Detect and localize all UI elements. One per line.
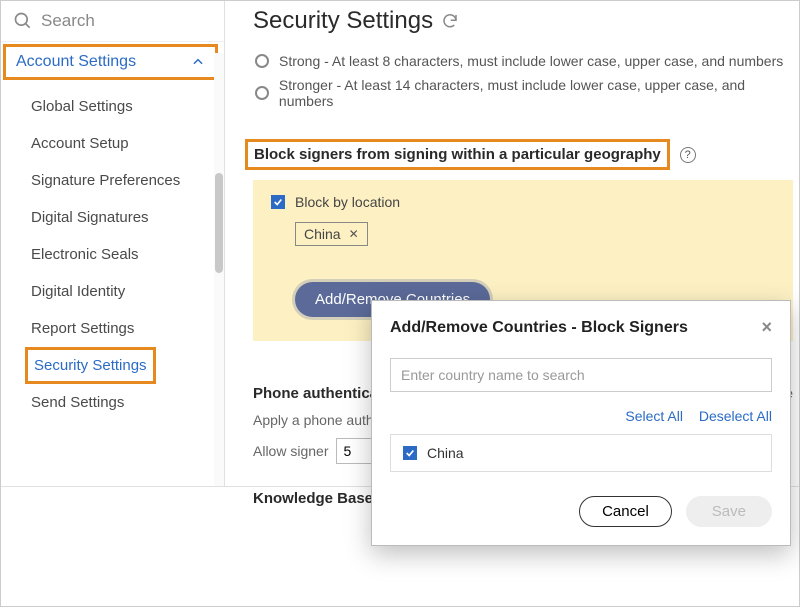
block-by-location-label: Block by location — [295, 194, 400, 210]
country-search-input[interactable] — [390, 358, 772, 392]
sidebar-item-electronic-seals[interactable]: Electronic Seals — [31, 236, 224, 273]
country-chip-label: China — [304, 226, 341, 242]
help-icon[interactable]: ? — [680, 147, 696, 163]
chevron-up-icon — [191, 55, 205, 69]
cancel-button[interactable]: Cancel — [579, 496, 672, 527]
block-signers-section-title: Block signers from signing within a part… — [245, 139, 670, 170]
checkbox-checked-icon — [271, 195, 285, 209]
password-option-stronger-label: Stronger - At least 14 characters, must … — [279, 77, 799, 109]
sidebar-item-digital-identity[interactable]: Digital Identity — [31, 273, 224, 310]
add-remove-countries-dialog: Add/Remove Countries - Block Signers × S… — [371, 300, 791, 546]
checkbox-checked-icon — [403, 446, 417, 460]
dialog-title: Add/Remove Countries - Block Signers — [390, 319, 688, 337]
sidebar: Search Account Settings Global Settings … — [1, 1, 225, 487]
search-input-wrap[interactable]: Search — [1, 1, 224, 42]
search-placeholder: Search — [41, 11, 95, 31]
kba-section-title: Knowledge Based — [253, 490, 382, 507]
page-title: Security Settings — [253, 7, 799, 35]
sidebar-item-signature-preferences[interactable]: Signature Preferences — [31, 162, 224, 199]
sidebar-section-label: Account Settings — [16, 53, 136, 71]
search-icon — [13, 11, 33, 31]
radio-icon — [255, 86, 269, 100]
select-links: Select All Deselect All — [390, 408, 772, 424]
country-item-china[interactable]: China — [403, 445, 759, 461]
block-by-location-checkbox-row[interactable]: Block by location — [271, 194, 775, 210]
sidebar-item-report-settings[interactable]: Report Settings — [31, 310, 224, 347]
sidebar-item-send-settings[interactable]: Send Settings — [31, 384, 224, 421]
close-icon[interactable]: × — [761, 317, 772, 338]
password-option-stronger[interactable]: Stronger - At least 14 characters, must … — [255, 73, 799, 113]
deselect-all-link[interactable]: Deselect All — [699, 408, 772, 424]
sidebar-scrollbar-thumb[interactable] — [215, 173, 223, 273]
password-option-strong[interactable]: Strong - At least 8 characters, must inc… — [255, 49, 799, 73]
sidebar-item-security-settings[interactable]: Security Settings — [25, 347, 156, 384]
sidebar-scrollbar[interactable] — [214, 53, 224, 486]
refresh-icon[interactable] — [441, 12, 459, 30]
phone-auth-apply-text: Apply a phone auth — [253, 412, 374, 428]
sidebar-item-account-setup[interactable]: Account Setup — [31, 125, 224, 162]
close-icon[interactable]: ✕ — [349, 227, 359, 241]
sidebar-section-account-settings[interactable]: Account Settings — [3, 44, 218, 80]
sidebar-item-digital-signatures[interactable]: Digital Signatures — [31, 199, 224, 236]
password-option-strong-label: Strong - At least 8 characters, must inc… — [279, 53, 783, 69]
country-list: China — [390, 434, 772, 472]
sidebar-item-global-settings[interactable]: Global Settings — [31, 88, 224, 125]
save-button: Save — [686, 496, 772, 527]
radio-icon — [255, 54, 269, 68]
sidebar-items: Global Settings Account Setup Signature … — [1, 82, 224, 421]
select-all-link[interactable]: Select All — [625, 408, 683, 424]
country-chip-china[interactable]: China ✕ — [295, 222, 368, 246]
phone-auth-allow-text: Allow signer — [253, 443, 328, 459]
country-item-label: China — [427, 445, 464, 461]
page-title-text: Security Settings — [253, 7, 433, 35]
